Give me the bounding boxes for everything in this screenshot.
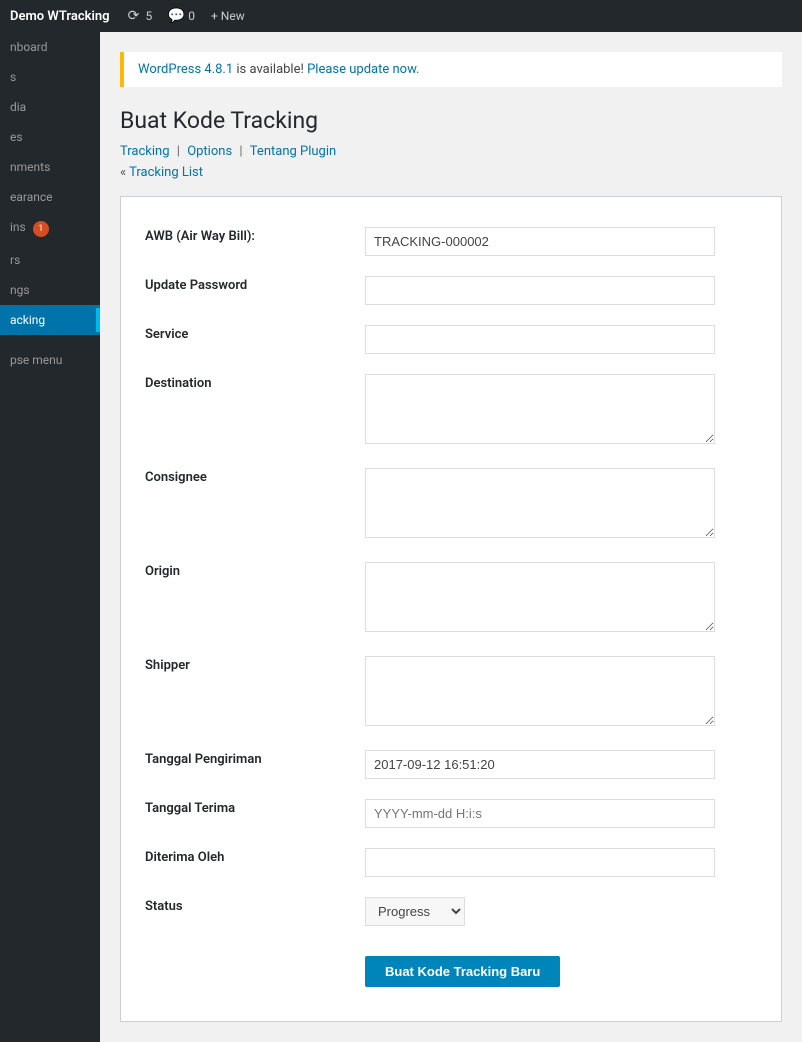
submit-button[interactable]: Buat Kode Tracking Baru [365,956,560,987]
service-label: Service [145,315,365,364]
origin-textarea[interactable] [365,562,715,632]
tanggal-pengiriman-label: Tanggal Pengiriman [145,740,365,789]
admin-sidebar: nboard s dia es nments earance ins 1 rs … [0,32,100,1042]
sidebar-item-dashboard[interactable]: nboard [0,32,100,62]
active-indicator [96,308,100,332]
service-input[interactable] [365,325,715,354]
shipper-label: Shipper [145,646,365,740]
password-label: Update Password [145,266,365,315]
diterima-oleh-row: Diterima Oleh [145,838,757,887]
tanggal-terima-input[interactable] [365,799,715,828]
update-now-link[interactable]: Please update now. [307,62,419,77]
collapse-menu[interactable]: pse menu [0,345,100,375]
status-label: Status [145,887,365,936]
password-input[interactable] [365,276,715,305]
comments-item[interactable]: 💬 0 [168,8,195,24]
diterima-oleh-input[interactable] [365,848,715,877]
site-name[interactable]: Demo WTracking [10,9,110,24]
submit-row: Buat Kode Tracking Baru [145,936,757,997]
shipper-row: Shipper [145,646,757,740]
comments-icon: 💬 [168,8,184,24]
status-select-wrapper: Progress Delivered Pending [365,897,757,926]
tracking-form: AWB (Air Way Bill): Update Password [145,217,757,997]
tracking-nav-link[interactable]: Tracking [120,144,170,159]
sidebar-item-appearance[interactable]: earance [0,182,100,212]
diterima-oleh-label: Diterima Oleh [145,838,365,887]
sidebar-item-pages[interactable]: es [0,122,100,152]
service-row: Service [145,315,757,364]
shipper-textarea[interactable] [365,656,715,726]
about-nav-link[interactable]: Tentang Plugin [250,144,336,159]
sub-nav: Tracking | Options | Tentang Plugin [120,144,782,159]
sidebar-item-comments[interactable]: nments [0,152,100,182]
destination-textarea[interactable] [365,374,715,444]
status-select[interactable]: Progress Delivered Pending [365,897,465,926]
back-link-wrapper: « Tracking List [120,165,782,180]
wp-version-link[interactable]: WordPress 4.8.1 [138,62,233,77]
origin-label: Origin [145,552,365,646]
sidebar-item-media[interactable]: dia [0,92,100,122]
consignee-textarea[interactable] [365,468,715,538]
options-nav-link[interactable]: Options [187,144,232,159]
admin-bar: Demo WTracking ⟳ 5 💬 0 + New [0,0,802,32]
update-notice: WordPress 4.8.1 is available! Please upd… [120,52,782,87]
origin-row: Origin [145,552,757,646]
form-card: AWB (Air Way Bill): Update Password [120,196,782,1022]
page-title: Buat Kode Tracking [120,107,782,134]
updates-icon: ⟳ [126,8,142,24]
awb-row: AWB (Air Way Bill): [145,217,757,266]
awb-label: AWB (Air Way Bill): [145,217,365,266]
status-row: Status Progress Delivered Pending [145,887,757,936]
destination-row: Destination [145,364,757,458]
tanggal-pengiriman-input[interactable] [365,750,715,779]
main-content: WordPress 4.8.1 is available! Please upd… [100,32,802,1042]
tanggal-terima-row: Tanggal Terima [145,789,757,838]
sidebar-item-posts[interactable]: s [0,62,100,92]
consignee-row: Consignee [145,458,757,552]
destination-label: Destination [145,364,365,458]
tanggal-terima-label: Tanggal Terima [145,789,365,838]
sidebar-item-tracking[interactable]: acking [0,305,100,335]
back-to-list-link[interactable]: Tracking List [129,165,203,180]
consignee-label: Consignee [145,458,365,552]
tanggal-pengiriman-row: Tanggal Pengiriman [145,740,757,789]
sidebar-item-settings[interactable]: ngs [0,275,100,305]
sidebar-item-plugins[interactable]: ins 1 [0,212,100,245]
updates-item[interactable]: ⟳ 5 [126,8,153,24]
password-row: Update Password [145,266,757,315]
sidebar-item-users[interactable]: rs [0,245,100,275]
awb-input[interactable] [365,227,715,256]
new-content-item[interactable]: + New [211,9,245,23]
